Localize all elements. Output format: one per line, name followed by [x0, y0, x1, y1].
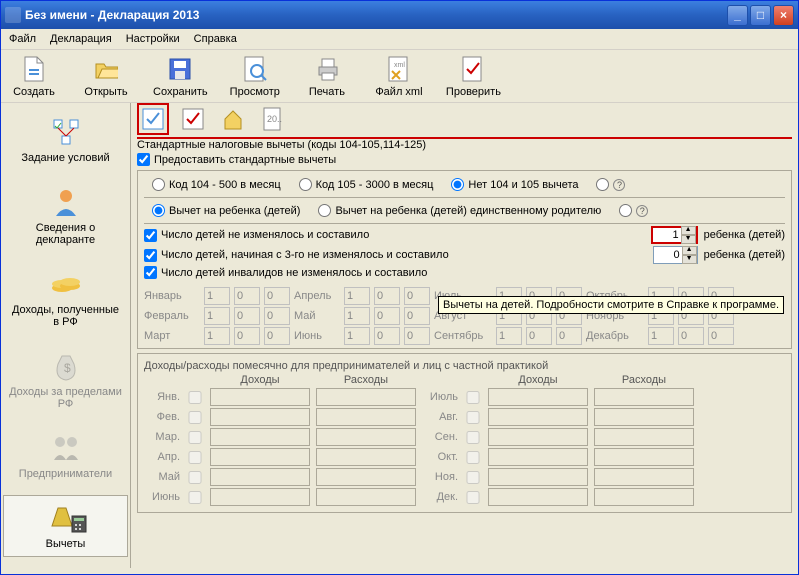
- sidebar-item-income-abroad: $ Доходы за пределами РФ: [3, 343, 128, 417]
- radio-no-104-105[interactable]: [451, 178, 464, 191]
- toolbar: Создать Открыть Сохранить Просмотр Печат…: [1, 50, 798, 103]
- tooltip: Вычеты на детей. Подробности смотрите в …: [438, 296, 784, 314]
- month-checkbox: [186, 471, 204, 484]
- open-button[interactable]: Открыть: [81, 54, 131, 98]
- filexml-button[interactable]: xml Файл xml: [374, 54, 424, 98]
- sidebar-item-label: Доходы за пределами РФ: [8, 386, 123, 410]
- menu-help[interactable]: Справка: [194, 33, 237, 45]
- month-checkbox: [186, 431, 204, 444]
- create-button[interactable]: Создать: [9, 54, 59, 98]
- expense-field: [594, 388, 694, 406]
- person-icon: [50, 186, 82, 218]
- sidebar-item-deductions[interactable]: Вычеты: [3, 495, 128, 557]
- sidebar-item-declarant[interactable]: Сведения о декларанте: [3, 179, 128, 253]
- section-title: Стандартные налоговые вычеты (коды 104-1…: [137, 137, 792, 151]
- save-button[interactable]: Сохранить: [153, 54, 208, 98]
- app-icon: [5, 7, 21, 23]
- help-icon[interactable]: ?: [636, 205, 648, 217]
- xml-file-icon: xml: [387, 54, 411, 84]
- expense-field: [316, 388, 416, 406]
- folder-open-icon: [94, 54, 118, 84]
- radio-code-104[interactable]: [152, 178, 165, 191]
- sidebar-item-label: Сведения о декларанте: [8, 222, 123, 246]
- children-from-3-spinner[interactable]: ▲▼: [653, 246, 698, 264]
- people-icon: [50, 432, 82, 464]
- preview-icon: [243, 54, 267, 84]
- printer-icon: [315, 54, 339, 84]
- down-arrow-icon[interactable]: ▼: [681, 235, 696, 244]
- month-checkbox: [464, 431, 482, 444]
- tab-other-deductions[interactable]: 20..: [257, 103, 289, 135]
- down-arrow-icon[interactable]: ▼: [682, 255, 697, 264]
- svg-text:20..: 20..: [267, 114, 282, 124]
- coins-icon: [50, 268, 82, 300]
- conditions-icon: [50, 116, 82, 148]
- tab-property-deductions[interactable]: [217, 103, 249, 135]
- menu-declaration[interactable]: Декларация: [50, 33, 112, 45]
- up-arrow-icon[interactable]: ▲: [682, 246, 697, 255]
- sidebar-item-label: Вычеты: [46, 538, 86, 550]
- children-from-3-input[interactable]: [654, 249, 682, 261]
- tab-social-deductions[interactable]: [177, 103, 209, 135]
- month-checkbox: [186, 491, 204, 504]
- children-disabled-checkbox[interactable]: [144, 266, 157, 279]
- income-expense-panel: Доходы/расходы помесячно для предпринима…: [137, 353, 792, 513]
- income-panel-title: Доходы/расходы помесячно для предпринима…: [144, 360, 785, 372]
- children-from-3-checkbox[interactable]: [144, 249, 157, 262]
- sidebar-item-income-rf[interactable]: Доходы, полученные в РФ: [3, 261, 128, 335]
- radio-extra2[interactable]: [619, 204, 632, 217]
- calculator-icon: [50, 502, 82, 534]
- children-count-input[interactable]: [653, 229, 681, 241]
- menubar: Файл Декларация Настройки Справка: [1, 29, 798, 50]
- radio-child-single[interactable]: [318, 204, 331, 217]
- content: 20.. Стандартные налоговые вычеты (коды …: [131, 103, 798, 568]
- month-checkbox: [464, 451, 482, 464]
- up-arrow-icon[interactable]: ▲: [681, 226, 696, 235]
- save-icon: [168, 54, 192, 84]
- svg-text:$: $: [64, 361, 71, 375]
- print-button[interactable]: Печать: [302, 54, 352, 98]
- children-count-spinner[interactable]: ▲▼: [651, 226, 698, 244]
- menu-settings[interactable]: Настройки: [126, 33, 180, 45]
- month-checkbox: [186, 411, 204, 424]
- help-icon[interactable]: ?: [613, 179, 625, 191]
- menu-file[interactable]: Файл: [9, 33, 36, 45]
- month-checkbox: [464, 391, 482, 404]
- minimize-button[interactable]: _: [727, 5, 748, 26]
- new-file-icon: [22, 54, 46, 84]
- check-button[interactable]: Проверить: [446, 54, 501, 98]
- sidebar-item-entrepreneurs: Предприниматели: [3, 425, 128, 487]
- svg-text:xml: xml: [394, 62, 405, 69]
- month-checkbox: [186, 391, 204, 404]
- sidebar: Задание условий Сведения о декларанте До…: [1, 103, 131, 568]
- section-tabs: 20..: [137, 103, 792, 135]
- radio-extra1[interactable]: [596, 178, 609, 191]
- titlebar: Без имени - Декларация 2013 _ □ ×: [1, 1, 798, 29]
- sidebar-item-label: Предприниматели: [19, 468, 112, 480]
- income-field: [210, 388, 310, 406]
- check-icon: [461, 54, 485, 84]
- tab-standard-deductions[interactable]: [137, 103, 169, 135]
- children-count-checkbox[interactable]: [144, 229, 157, 242]
- sidebar-item-label: Доходы, полученные в РФ: [8, 304, 123, 328]
- income-field: [488, 388, 588, 406]
- radio-child[interactable]: [152, 204, 165, 217]
- sidebar-item-label: Задание условий: [21, 152, 109, 164]
- month-checkbox: [464, 491, 482, 504]
- preview-button[interactable]: Просмотр: [230, 54, 280, 98]
- month-checkbox: [186, 451, 204, 464]
- sidebar-item-conditions[interactable]: Задание условий: [3, 109, 128, 171]
- maximize-button[interactable]: □: [750, 5, 771, 26]
- provide-standard-checkbox[interactable]: [137, 153, 150, 166]
- close-button[interactable]: ×: [773, 5, 794, 26]
- month-checkbox: [464, 471, 482, 484]
- window-title: Без имени - Декларация 2013: [25, 8, 727, 22]
- provide-standard-label: Предоставить стандартные вычеты: [154, 154, 336, 166]
- month-checkbox: [464, 411, 482, 424]
- money-bag-icon: $: [50, 350, 82, 382]
- radio-code-105[interactable]: [299, 178, 312, 191]
